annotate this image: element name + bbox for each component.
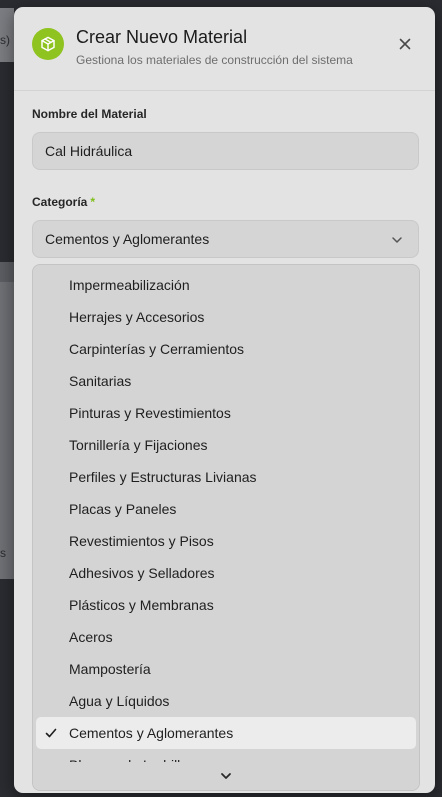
create-material-dialog: Crear Nuevo Material Gestiona los materi… <box>14 7 435 793</box>
category-label: Categoría * <box>32 195 95 209</box>
backdrop-row-strip <box>0 262 14 282</box>
category-dropdown-list[interactable]: Impermeabilización Herrajes y Accesorios C… <box>32 264 420 791</box>
backdrop-text-top: s) <box>0 33 10 47</box>
required-indicator: * <box>90 195 96 209</box>
category-option-label: Impermeabilización <box>69 277 190 293</box>
category-option[interactable]: Cementos y Aglomerantes <box>36 717 416 749</box>
backdrop-panel-strip <box>0 282 14 579</box>
category-option-label: Herrajes y Accesorios <box>69 309 205 325</box>
category-option[interactable]: Sanitarias <box>36 365 416 397</box>
category-option[interactable]: Revestimientos y Pisos <box>36 525 416 557</box>
category-option[interactable]: Carpinterías y Cerramientos <box>36 333 416 365</box>
category-option-label: Agua y Líquidos <box>69 693 170 709</box>
category-option[interactable]: Herrajes y Accesorios <box>36 301 416 333</box>
category-option[interactable]: Impermeabilización <box>36 269 416 301</box>
category-option[interactable]: Agua y Líquidos <box>36 685 416 717</box>
category-option-label: Sanitarias <box>69 373 132 389</box>
category-option[interactable]: Pinturas y Revestimientos <box>36 397 416 429</box>
header-divider <box>14 90 435 91</box>
dialog-title: Crear Nuevo Material <box>76 27 248 47</box>
category-option[interactable]: Aceros <box>36 621 416 653</box>
chevron-down-icon <box>221 773 231 779</box>
close-icon[interactable] <box>397 36 413 52</box>
package-icon <box>32 28 64 60</box>
material-name-label: Nombre del Material <box>32 107 147 121</box>
category-option-label: Perfiles y Estructuras Livianas <box>69 469 257 485</box>
scroll-down-button[interactable] <box>33 762 419 790</box>
category-select[interactable]: Cementos y Aglomerantes <box>32 220 419 258</box>
category-option[interactable]: Perfiles y Estructuras Livianas <box>36 461 416 493</box>
check-icon <box>44 726 58 743</box>
category-option[interactable]: Plásticos y Membranas <box>36 589 416 621</box>
category-option[interactable]: Mampostería <box>36 653 416 685</box>
category-option[interactable]: Tornillería y Fijaciones <box>36 429 416 461</box>
chevron-down-icon <box>390 233 404 250</box>
backdrop-text-bottom: s <box>0 546 6 560</box>
category-option[interactable]: Placas y Paneles <box>36 493 416 525</box>
category-option-label: Revestimientos y Pisos <box>69 533 214 549</box>
category-option-label: Aceros <box>69 629 113 645</box>
category-option-label: Carpinterías y Cerramientos <box>69 341 245 357</box>
category-option-label: Mampostería <box>69 661 151 677</box>
category-option-label: Tornillería y Fijaciones <box>69 437 208 453</box>
category-option-label: Pinturas y Revestimientos <box>69 405 231 421</box>
dialog-subtitle: Gestiona los materiales de construcción … <box>76 53 353 67</box>
category-select-value: Cementos y Aglomerantes <box>45 231 210 247</box>
category-label-text: Categoría <box>32 195 88 209</box>
category-option[interactable]: Adhesivos y Selladores <box>36 557 416 589</box>
category-option-label: Cementos y Aglomerantes <box>69 725 234 741</box>
category-option-label: Plásticos y Membranas <box>69 597 214 613</box>
material-name-input[interactable] <box>32 132 419 170</box>
category-options: Impermeabilización Herrajes y Accesorios C… <box>33 269 419 781</box>
category-option-label: Adhesivos y Selladores <box>69 565 215 581</box>
category-option-label: Placas y Paneles <box>69 501 177 517</box>
